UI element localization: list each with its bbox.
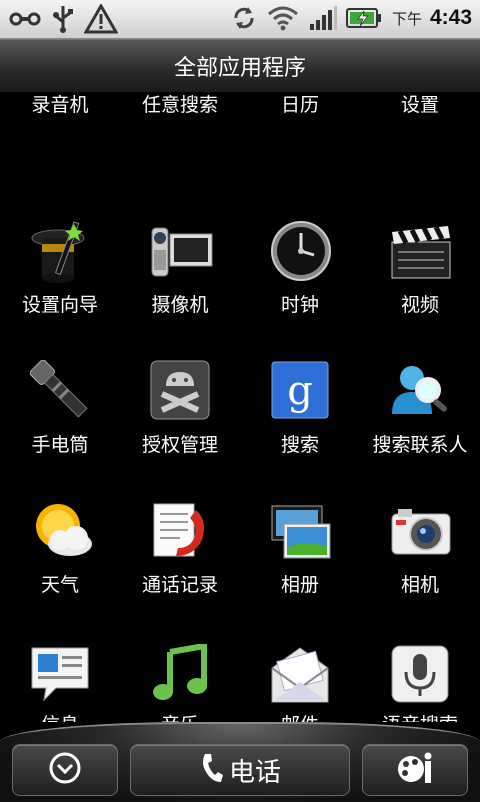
app-calendar[interactable]: 15 日历: [240, 92, 360, 172]
app-voice-recorder[interactable]: 录音机: [0, 92, 120, 172]
app-label: 视频: [400, 294, 439, 316]
app-label: 设置向导: [21, 294, 98, 316]
app-label: 音乐: [120, 710, 240, 722]
magic-hat-icon: [30, 220, 90, 283]
svg-text:g: g: [287, 368, 313, 414]
app-camcorder[interactable]: 摄像机: [120, 220, 240, 360]
weather-icon: [30, 500, 92, 560]
app-messages[interactable]: 信息: [0, 640, 120, 722]
phone-button[interactable]: 电话: [130, 744, 350, 796]
status-ampm: 下午: [391, 9, 422, 28]
app-google-search[interactable]: g 搜索: [240, 360, 360, 500]
camcorder-icon: [150, 224, 213, 284]
app-label: 天气: [40, 574, 79, 596]
phone-icon: [199, 752, 223, 788]
voice-search-icon: [390, 644, 450, 704]
wifi-icon: [266, 4, 300, 32]
app-label: 摄像机: [151, 294, 209, 316]
page-title: 全部应用程序: [173, 56, 306, 81]
app-voice-search[interactable]: 语音搜索: [360, 640, 480, 722]
app-label: 通话记录: [141, 574, 218, 596]
clock-icon: [270, 220, 331, 281]
app-label: 信息: [0, 710, 120, 722]
status-clock: 4:43: [429, 6, 472, 29]
flashlight-icon: [29, 359, 90, 420]
app-label: 搜索: [280, 434, 319, 456]
app-label: 授权管理: [141, 434, 218, 456]
link-icon: [8, 5, 42, 33]
gallery-icon: [270, 504, 331, 564]
app-clock[interactable]: 时钟: [240, 220, 360, 360]
bottom-dock: 电话: [0, 722, 480, 802]
app-video[interactable]: 视频: [360, 220, 480, 360]
app-superuser[interactable]: 授权管理: [120, 360, 240, 500]
app-grid: 录音机 任意搜索 15 日历 设置 设置向导 摄像机 时钟: [0, 92, 480, 722]
app-label: 手电筒: [31, 434, 89, 456]
status-bar: 下午 4:43: [0, 0, 480, 39]
app-label: 邮件: [240, 710, 360, 722]
app-settings[interactable]: 设置: [360, 92, 480, 172]
app-contact-search[interactable]: 搜索联系人: [360, 360, 480, 500]
app-label: 语音搜索: [360, 710, 480, 722]
sync-icon: [230, 4, 258, 32]
battery-icon: [345, 6, 382, 30]
contact-search-icon: [390, 360, 450, 420]
personalize-icon: [395, 751, 435, 789]
collapse-down-icon: [48, 751, 82, 789]
app-mail[interactable]: 邮件: [240, 640, 360, 722]
superuser-icon: [150, 360, 210, 420]
music-icon: [150, 642, 210, 704]
app-flashlight[interactable]: 手电筒: [0, 359, 120, 500]
messages-icon: [30, 644, 90, 704]
collapse-button[interactable]: [12, 744, 118, 796]
app-camera[interactable]: 相机: [360, 500, 480, 640]
phone-label: 电话: [228, 757, 281, 788]
app-call-log[interactable]: 通话记录: [120, 500, 240, 640]
app-label: 录音机: [31, 94, 89, 116]
app-label: 搜索联系人: [372, 434, 468, 456]
app-music[interactable]: 音乐: [120, 640, 240, 722]
app-label: 任意搜索: [141, 94, 218, 116]
app-label: 相机: [400, 574, 439, 596]
app-quick-search[interactable]: 任意搜索: [120, 92, 240, 172]
app-gallery[interactable]: 相册: [240, 500, 360, 640]
usb-icon: [52, 4, 74, 34]
app-label: 日历: [280, 94, 319, 116]
app-weather[interactable]: 天气: [0, 500, 120, 640]
clapperboard-icon: [390, 224, 451, 284]
app-label: 设置: [400, 94, 439, 116]
personalize-button[interactable]: [362, 744, 468, 796]
app-label: 相册: [280, 574, 319, 596]
mail-icon: [270, 644, 330, 704]
google-search-icon: g: [270, 360, 330, 420]
call-log-icon: [150, 500, 210, 560]
app-label: 时钟: [280, 294, 319, 316]
warning-icon: [84, 4, 118, 34]
app-setup-wizard[interactable]: 设置向导: [0, 220, 120, 360]
title-bar: 全部应用程序: [0, 39, 480, 93]
camera-icon: [390, 504, 451, 564]
signal-icon: [308, 4, 338, 32]
